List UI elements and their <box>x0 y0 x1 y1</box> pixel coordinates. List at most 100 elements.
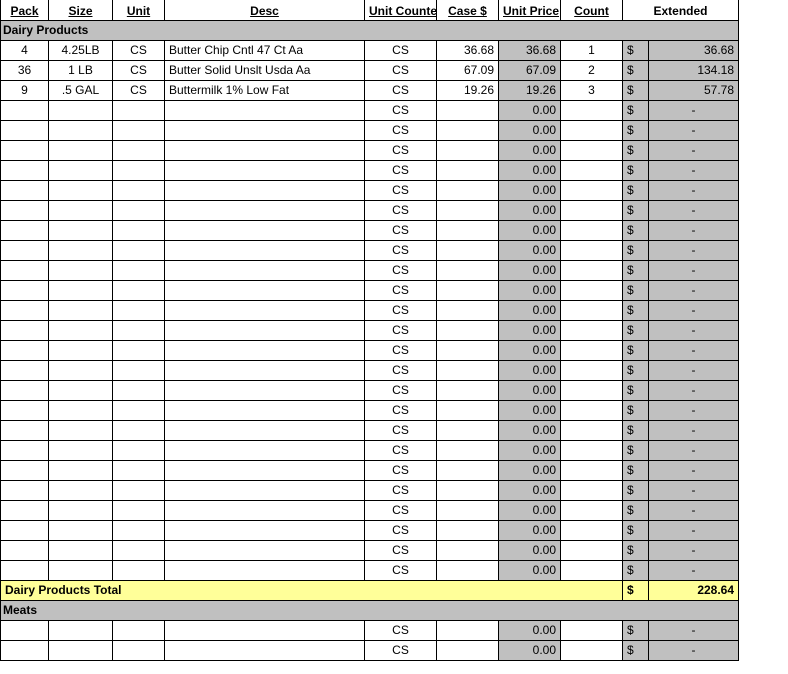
cell-unit-counted[interactable]: CS <box>365 40 437 60</box>
cell-unit-counted[interactable]: CS <box>365 100 437 120</box>
cell-pack[interactable] <box>1 540 49 560</box>
cell-pack[interactable] <box>1 200 49 220</box>
cell-unit-counted[interactable]: CS <box>365 480 437 500</box>
cell-case-s[interactable] <box>437 620 499 640</box>
cell-pack[interactable] <box>1 220 49 240</box>
cell-size[interactable] <box>49 360 113 380</box>
cell-unit[interactable] <box>113 420 165 440</box>
cell-unit[interactable] <box>113 440 165 460</box>
cell-desc[interactable] <box>165 200 365 220</box>
cell-unit-counted[interactable]: CS <box>365 160 437 180</box>
cell-unit[interactable] <box>113 380 165 400</box>
cell-size[interactable] <box>49 340 113 360</box>
cell-case-s[interactable]: 19.26 <box>437 80 499 100</box>
cell-size[interactable] <box>49 500 113 520</box>
header-unit[interactable]: Unit <box>113 0 165 20</box>
cell-case-s[interactable] <box>437 340 499 360</box>
cell-unit-counted[interactable]: CS <box>365 220 437 240</box>
cell-case-s[interactable] <box>437 500 499 520</box>
cell-count[interactable] <box>561 640 623 660</box>
cell-unit-counted[interactable]: CS <box>365 60 437 80</box>
cell-size[interactable]: .5 GAL <box>49 80 113 100</box>
cell-unit-counted[interactable]: CS <box>365 460 437 480</box>
cell-case-s[interactable] <box>437 420 499 440</box>
cell-count[interactable] <box>561 400 623 420</box>
cell-desc[interactable]: Buttermilk 1% Low Fat <box>165 80 365 100</box>
cell-case-s[interactable] <box>437 160 499 180</box>
cell-size[interactable] <box>49 480 113 500</box>
cell-unit[interactable] <box>113 560 165 580</box>
cell-pack[interactable] <box>1 500 49 520</box>
cell-unit-counted[interactable]: CS <box>365 260 437 280</box>
cell-desc[interactable] <box>165 480 365 500</box>
cell-unit[interactable]: CS <box>113 60 165 80</box>
cell-unit-counted[interactable]: CS <box>365 320 437 340</box>
cell-pack[interactable] <box>1 160 49 180</box>
cell-desc[interactable] <box>165 160 365 180</box>
cell-case-s[interactable]: 67.09 <box>437 60 499 80</box>
cell-size[interactable] <box>49 460 113 480</box>
cell-count[interactable] <box>561 100 623 120</box>
cell-unit[interactable] <box>113 320 165 340</box>
cell-count[interactable] <box>561 200 623 220</box>
cell-unit[interactable] <box>113 100 165 120</box>
cell-unit-price[interactable]: 0.00 <box>499 480 561 500</box>
cell-count[interactable] <box>561 520 623 540</box>
cell-case-s[interactable] <box>437 440 499 460</box>
cell-case-s[interactable] <box>437 180 499 200</box>
cell-unit[interactable] <box>113 360 165 380</box>
cell-desc[interactable] <box>165 360 365 380</box>
cell-count[interactable] <box>561 420 623 440</box>
cell-pack[interactable] <box>1 360 49 380</box>
cell-desc[interactable] <box>165 340 365 360</box>
cell-unit-price[interactable]: 0.00 <box>499 560 561 580</box>
cell-desc[interactable] <box>165 180 365 200</box>
cell-pack[interactable] <box>1 640 49 660</box>
cell-unit-price[interactable]: 0.00 <box>499 340 561 360</box>
cell-unit-counted[interactable]: CS <box>365 180 437 200</box>
cell-unit[interactable] <box>113 500 165 520</box>
cell-pack[interactable] <box>1 440 49 460</box>
cell-case-s[interactable] <box>437 360 499 380</box>
cell-unit[interactable] <box>113 340 165 360</box>
cell-size[interactable]: 1 LB <box>49 60 113 80</box>
cell-case-s[interactable] <box>437 200 499 220</box>
cell-desc[interactable] <box>165 500 365 520</box>
cell-count[interactable] <box>561 260 623 280</box>
cell-count[interactable] <box>561 480 623 500</box>
cell-pack[interactable] <box>1 280 49 300</box>
cell-count[interactable] <box>561 120 623 140</box>
cell-unit[interactable] <box>113 220 165 240</box>
cell-unit-counted[interactable]: CS <box>365 420 437 440</box>
cell-unit-counted[interactable]: CS <box>365 200 437 220</box>
cell-size[interactable] <box>49 100 113 120</box>
cell-desc[interactable] <box>165 220 365 240</box>
cell-count[interactable] <box>561 540 623 560</box>
cell-pack[interactable] <box>1 400 49 420</box>
cell-size[interactable] <box>49 220 113 240</box>
cell-unit-counted[interactable]: CS <box>365 140 437 160</box>
header-unit-counted[interactable]: Unit Counted <box>365 0 437 20</box>
cell-count[interactable]: 2 <box>561 60 623 80</box>
cell-unit-price[interactable]: 0.00 <box>499 360 561 380</box>
cell-unit-price[interactable]: 0.00 <box>499 300 561 320</box>
header-case-s[interactable]: Case $ <box>437 0 499 20</box>
cell-desc[interactable] <box>165 240 365 260</box>
cell-unit-counted[interactable]: CS <box>365 240 437 260</box>
cell-size[interactable] <box>49 180 113 200</box>
cell-desc[interactable] <box>165 640 365 660</box>
cell-pack[interactable] <box>1 260 49 280</box>
cell-count[interactable] <box>561 340 623 360</box>
cell-case-s[interactable] <box>437 320 499 340</box>
cell-unit-price[interactable]: 0.00 <box>499 320 561 340</box>
cell-unit[interactable] <box>113 460 165 480</box>
cell-unit[interactable] <box>113 520 165 540</box>
cell-unit-price[interactable]: 67.09 <box>499 60 561 80</box>
cell-desc[interactable] <box>165 280 365 300</box>
cell-count[interactable] <box>561 280 623 300</box>
cell-unit[interactable] <box>113 160 165 180</box>
cell-count[interactable] <box>561 620 623 640</box>
cell-size[interactable] <box>49 200 113 220</box>
cell-desc[interactable] <box>165 400 365 420</box>
cell-unit-price[interactable]: 0.00 <box>499 200 561 220</box>
